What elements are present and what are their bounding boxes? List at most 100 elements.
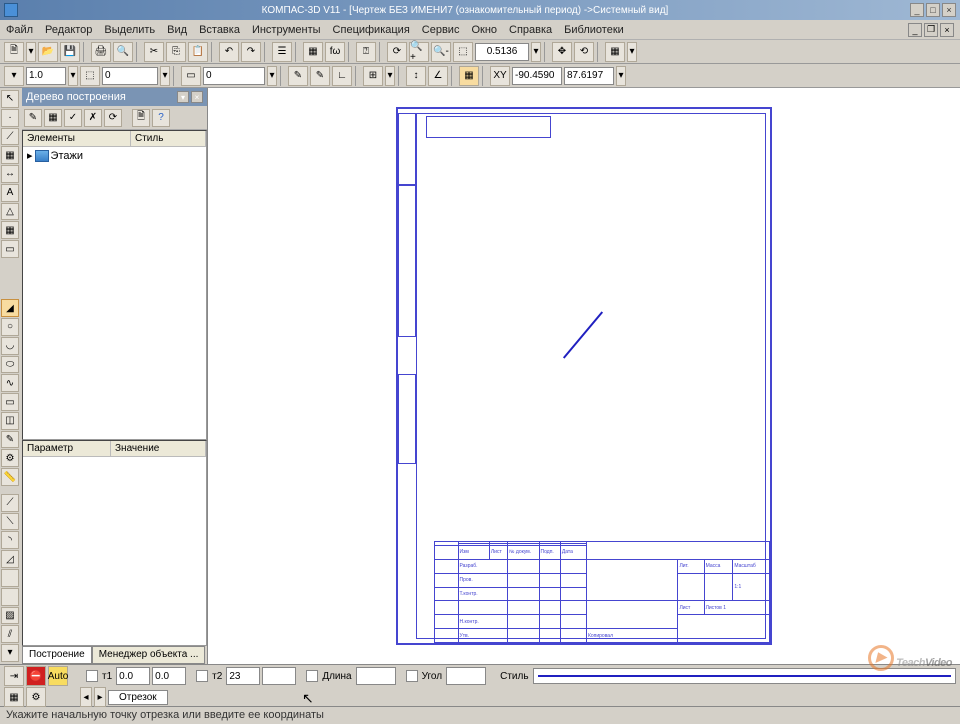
lineweight-input[interactable]: [26, 67, 66, 85]
grid-dropdown[interactable]: ▾: [385, 66, 395, 86]
table-tool-icon[interactable]: ▦: [1, 221, 19, 239]
edit-tool-icon[interactable]: ✎: [1, 431, 19, 449]
angle-button[interactable]: ∠: [428, 66, 448, 86]
tab-scroll-right[interactable]: ▸: [94, 687, 106, 707]
select-tool-icon[interactable]: ↖: [1, 90, 19, 108]
lib-button[interactable]: ▦: [4, 687, 24, 707]
prop-col-param[interactable]: Параметр: [23, 441, 111, 456]
view-opts-dropdown[interactable]: ▾: [627, 42, 637, 62]
measure-tool-icon[interactable]: 📏: [1, 468, 19, 486]
ellipse-tool-icon[interactable]: ⬭: [1, 356, 19, 374]
grid-button[interactable]: ⊞: [363, 66, 383, 86]
menu-window[interactable]: Окно: [471, 24, 497, 36]
tree-col-style[interactable]: Стиль: [131, 131, 206, 146]
length-input[interactable]: [356, 667, 396, 685]
menu-select[interactable]: Выделить: [104, 24, 155, 36]
zoom-out-button[interactable]: 🔍-: [431, 42, 451, 62]
view-opts-button[interactable]: ▦: [605, 42, 625, 62]
collect-icon[interactable]: ▾: [1, 644, 19, 662]
close-button[interactable]: ×: [942, 3, 956, 17]
rect-tool-icon[interactable]: ▭: [1, 393, 19, 411]
text-tool-icon[interactable]: A: [1, 184, 19, 202]
help-cursor-button[interactable]: ⍰: [356, 42, 376, 62]
settings-button[interactable]: ⚙: [26, 687, 46, 707]
layer-input[interactable]: [102, 67, 158, 85]
aux-line2-icon[interactable]: ⟍: [1, 513, 19, 531]
p2-x-input[interactable]: [226, 667, 260, 685]
dim-tool-icon[interactable]: ↔: [1, 165, 19, 183]
scale-input[interactable]: [475, 43, 529, 61]
minimize-button[interactable]: _: [910, 3, 924, 17]
menu-insert[interactable]: Вставка: [199, 24, 240, 36]
len-toggle[interactable]: [306, 670, 318, 682]
fillet-icon[interactable]: ◝: [1, 531, 19, 549]
spline-tool-icon[interactable]: ∿: [1, 374, 19, 392]
aux-tool-icon[interactable]: ◫: [1, 412, 19, 430]
zoom-in-button[interactable]: 🔍+: [409, 42, 429, 62]
geometry-panel-icon[interactable]: ◢: [1, 299, 19, 317]
symbol-tool-icon[interactable]: △: [1, 203, 19, 221]
expand-icon[interactable]: ▸: [27, 149, 33, 162]
p1-toggle[interactable]: [86, 670, 98, 682]
menu-file[interactable]: Файл: [6, 24, 33, 36]
state-button[interactable]: ▾: [4, 66, 24, 86]
stop-button[interactable]: ⛔: [26, 666, 46, 686]
lineweight-dropdown[interactable]: ▾: [68, 66, 78, 86]
menu-libs[interactable]: Библиотеки: [564, 24, 624, 36]
undo-button[interactable]: ↶: [219, 42, 239, 62]
snap2-button[interactable]: ✎: [310, 66, 330, 86]
coord-x-input[interactable]: [512, 67, 562, 85]
tab-scroll-left[interactable]: ◂: [80, 687, 92, 707]
hatch-tool-icon[interactable]: ▦: [1, 146, 19, 164]
new-button[interactable]: 🗎: [4, 42, 24, 62]
menu-edit[interactable]: Редактор: [45, 24, 92, 36]
view-button[interactable]: ▭: [181, 66, 201, 86]
layer-icon[interactable]: ⬚: [80, 66, 100, 86]
tool-tab[interactable]: Отрезок: [108, 690, 168, 705]
pan-button[interactable]: ✥: [552, 42, 572, 62]
doc-tool-icon[interactable]: ▭: [1, 240, 19, 258]
tree-col-elements[interactable]: Элементы: [23, 131, 131, 146]
tree-btn1-icon[interactable]: ✎: [24, 109, 42, 127]
line-tool-icon[interactable]: ⟋: [1, 128, 19, 146]
tree-btn5-icon[interactable]: ⟳: [104, 109, 122, 127]
p1-x-input[interactable]: [116, 667, 150, 685]
tree-btn4-icon[interactable]: ✗: [84, 109, 102, 127]
tree-btn6-icon[interactable]: 🗎: [132, 109, 150, 127]
chamfer-icon[interactable]: ◿: [1, 550, 19, 568]
aux-line-icon[interactable]: ⟋: [1, 494, 19, 512]
view-input[interactable]: [203, 67, 265, 85]
menu-view[interactable]: Вид: [167, 24, 187, 36]
tree-btn3-icon[interactable]: ✓: [64, 109, 82, 127]
param-button[interactable]: ▦: [459, 66, 479, 86]
rotate-button[interactable]: ⟲: [574, 42, 594, 62]
vars-button[interactable]: fω: [325, 42, 345, 62]
param-tool-icon[interactable]: ⚙: [1, 449, 19, 467]
panel-close-button[interactable]: ×: [191, 91, 203, 103]
build-tree[interactable]: Элементы Стиль ▸ Этажи: [22, 130, 207, 440]
coord-button[interactable]: ↕: [406, 66, 426, 86]
maximize-button[interactable]: □: [926, 3, 940, 17]
tab-manager[interactable]: Менеджер объекта ...: [92, 646, 206, 664]
paste-button[interactable]: 📋: [188, 42, 208, 62]
property-table[interactable]: Параметр Значение: [22, 440, 207, 646]
coord-dropdown[interactable]: ▾: [616, 66, 626, 86]
menu-help[interactable]: Справка: [509, 24, 552, 36]
arc-tool-icon[interactable]: ◡: [1, 337, 19, 355]
ortho-button[interactable]: ∟: [332, 66, 352, 86]
tree-row[interactable]: ▸ Этажи: [23, 147, 206, 164]
open-button[interactable]: 📂: [38, 42, 58, 62]
create-object-button[interactable]: Auto: [48, 666, 68, 686]
p1-y-input[interactable]: [152, 667, 186, 685]
coord-y-input[interactable]: [564, 67, 614, 85]
panel-pin-button[interactable]: ▾: [177, 91, 189, 103]
circle-tool-icon[interactable]: ○: [1, 318, 19, 336]
p2-y-input[interactable]: [262, 667, 296, 685]
menu-service[interactable]: Сервис: [422, 24, 460, 36]
new-dropdown[interactable]: ▾: [26, 42, 36, 62]
preview-button[interactable]: 🔍: [113, 42, 133, 62]
angle-input[interactable]: [446, 667, 486, 685]
hatch2-icon[interactable]: ▨: [1, 607, 19, 625]
menu-spec[interactable]: Спецификация: [333, 24, 410, 36]
tab-build[interactable]: Построение: [22, 646, 92, 664]
